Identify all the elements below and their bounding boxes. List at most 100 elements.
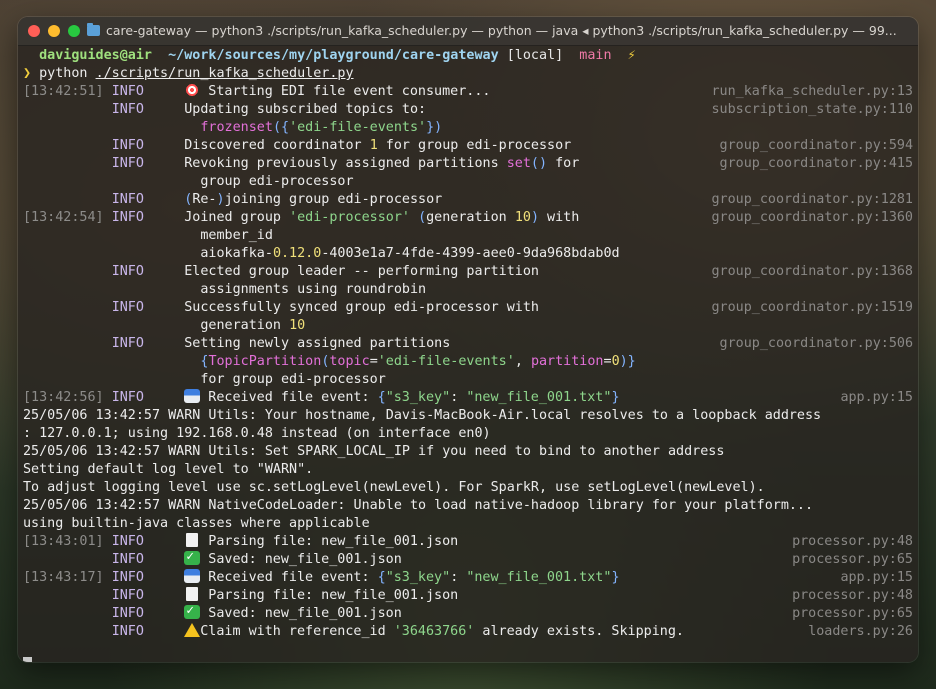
log-line: INFO Saved: new_file_001.json processor.p… — [23, 548, 913, 569]
log-level: INFO — [111, 84, 144, 99]
log-source[interactable]: processor.py:65 — [792, 551, 913, 569]
info-line: Setting default log level to "WARN". — [23, 462, 314, 477]
log-level: INFO — [111, 570, 144, 585]
log-level: INFO — [111, 606, 144, 621]
topic-string: 'edi-file-events' — [289, 120, 427, 135]
log-level: INFO — [111, 102, 144, 117]
brace: } — [611, 570, 620, 585]
log-continuation: frozenset({'edi-file-events'}) — [23, 119, 442, 137]
page-icon — [186, 533, 199, 547]
log-source[interactable]: subscription_state.py:110 — [711, 101, 913, 119]
page-icon — [186, 587, 199, 601]
json-key: "s3_key" — [385, 570, 451, 585]
minimize-button[interactable] — [48, 25, 60, 37]
log-continuation: aiokafka-0.12.0-4003e1a7-4fde-4399-aee0-… — [23, 245, 620, 263]
log-message: Revoking previously assigned partitions — [184, 156, 507, 171]
prompt-symbol: ❯ — [23, 66, 32, 81]
log-source[interactable]: group_coordinator.py:1519 — [711, 299, 913, 317]
log-line: INFO Saved: new_file_001.json processor.p… — [23, 602, 913, 623]
log-source[interactable]: group_coordinator.py:1368 — [711, 263, 913, 281]
zoom-button[interactable] — [68, 25, 80, 37]
log-line: [13:42:51] INFO Starting EDI file event … — [23, 83, 913, 101]
timestamp: [13:43:01] — [23, 534, 104, 549]
json-key: "s3_key" — [385, 390, 451, 405]
log-source[interactable]: group_coordinator.py:1281 — [711, 191, 913, 209]
log-line: INFO (Re-)joining group edi-processor gro… — [23, 191, 913, 209]
number-value: 1 — [369, 138, 378, 153]
log-message: Starting EDI file event consumer... — [200, 84, 491, 99]
log-level: INFO — [111, 300, 144, 315]
timestamp: [13:43:17] — [23, 570, 104, 585]
command-line: ❯ python ./scripts/run_kafka_scheduler.p… — [23, 65, 354, 83]
close-button[interactable] — [28, 25, 40, 37]
terminal-window: care-gateway — python3 ./scripts/run_kaf… — [18, 17, 918, 662]
log-message: Claim with reference_id — [200, 624, 394, 639]
log-source[interactable]: run_kafka_scheduler.py:13 — [711, 83, 913, 101]
number-value: 10 — [289, 318, 306, 333]
title-bar[interactable]: care-gateway — python3 ./scripts/run_kaf… — [18, 17, 918, 46]
log-source[interactable]: group_coordinator.py:415 — [720, 155, 913, 173]
log-line: INFO Claim with reference_id '36463766' … — [23, 623, 913, 641]
log-message: -4003e1a7-4fde-4399-aee0-9da968bdab0d — [321, 246, 620, 261]
log-message: Saved: new_file_001.json — [200, 606, 402, 621]
log-level: INFO — [111, 138, 144, 153]
log-source[interactable]: app.py:15 — [840, 569, 913, 587]
prompt-line: daviguides@air ~/work/sources/my/playgro… — [23, 47, 636, 65]
log-continuation: member_id — [23, 227, 273, 245]
log-line: INFO Revoking previously assigned partit… — [23, 155, 913, 173]
terminal-output[interactable]: daviguides@air ~/work/sources/my/playgro… — [23, 47, 913, 662]
log-line: [13:42:56] INFO Received file event: {"s… — [23, 389, 913, 407]
log-message: Parsing file: new_file_001.json — [200, 588, 459, 603]
warn-line: 25/05/06 13:42:57 WARN Utils: Your hostn… — [23, 408, 822, 423]
command-argument[interactable]: ./scripts/run_kafka_scheduler.py — [96, 66, 354, 81]
log-message: Updating subscribed topics to: — [184, 102, 427, 117]
log-continuation: group edi-processor — [23, 173, 354, 191]
log-source[interactable]: app.py:15 — [840, 389, 913, 407]
log-continuation: generation 10 — [23, 317, 305, 335]
log-source[interactable]: loaders.py:26 — [808, 623, 913, 641]
log-source[interactable]: processor.py:65 — [792, 605, 913, 623]
log-level: INFO — [111, 588, 144, 603]
log-message: member_id — [200, 228, 273, 243]
text-cursor — [23, 657, 32, 662]
log-level: INFO — [111, 156, 144, 171]
log-level: INFO — [111, 552, 144, 567]
log-level: INFO — [111, 264, 144, 279]
version-number: 0.12.0 — [272, 246, 322, 261]
log-level: INFO — [111, 210, 144, 225]
log-message: Parsing file: new_file_001.json — [200, 534, 459, 549]
log-source[interactable]: group_coordinator.py:594 — [720, 137, 913, 155]
log-message: for — [547, 156, 580, 171]
log-message: already exists. Skipping. — [474, 624, 684, 639]
log-source[interactable]: processor.py:48 — [792, 587, 913, 605]
number-value: 0 — [611, 354, 620, 369]
log-message: Elected group leader -- performing parti… — [184, 264, 539, 279]
log-message: joining group edi-processor — [224, 192, 443, 207]
warn-line: : 127.0.0.1; using 192.168.0.48 instead … — [23, 426, 491, 441]
brace: { — [377, 390, 386, 405]
check-mark-icon — [184, 548, 201, 566]
paren: ( — [418, 210, 427, 225]
user-host: daviguides@air — [39, 48, 152, 63]
brace: )} — [619, 354, 636, 369]
log-source[interactable]: group_coordinator.py:506 — [720, 335, 913, 353]
comma: , — [514, 354, 531, 369]
group-string: 'edi-processor' — [289, 210, 410, 225]
equals: = — [369, 354, 378, 369]
log-message: Successfully synced group edi-processor … — [184, 300, 539, 315]
log-source[interactable]: group_coordinator.py:1360 — [711, 209, 913, 227]
warn-line: 25/05/06 13:42:57 WARN Utils: Set SPARK_… — [23, 444, 725, 459]
paren: ) — [216, 192, 225, 207]
warn-line: 25/05/06 13:42:57 WARN NativeCodeLoader:… — [23, 498, 814, 513]
log-message: group edi-processor — [200, 174, 354, 189]
info-line: using builtin-java classes where applica… — [23, 516, 370, 531]
target-icon — [184, 83, 201, 97]
log-line: INFO Setting newly assigned partitions gr… — [23, 335, 913, 353]
colon: : — [450, 570, 467, 585]
class-name: TopicPartition — [208, 354, 322, 369]
log-source[interactable]: processor.py:48 — [792, 533, 913, 551]
log-message: Re- — [192, 192, 217, 207]
log-line: [13:43:01] INFO Parsing file: new_file_0… — [23, 533, 913, 551]
log-message: Received file event: — [200, 390, 378, 405]
